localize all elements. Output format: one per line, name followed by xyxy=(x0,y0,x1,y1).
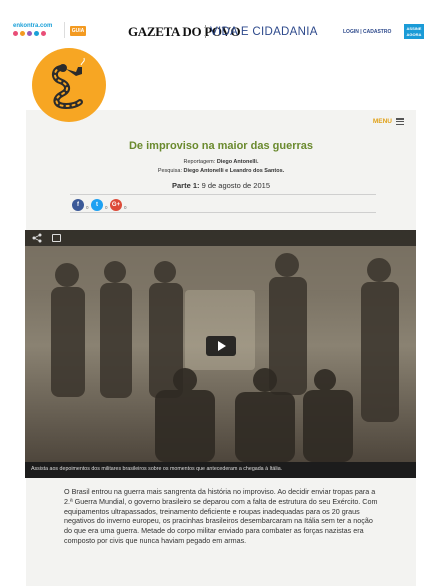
research-credit: Pesquisa: Diego Antonelli e Leandro dos … xyxy=(26,168,416,174)
video-caption: Assista aos depoimentos dos militares br… xyxy=(31,466,283,472)
enkontra-link[interactable]: enkontra.com xyxy=(13,23,52,29)
play-icon[interactable] xyxy=(206,336,236,356)
gplus-share-button[interactable]: G+ xyxy=(110,199,122,211)
brand-divider xyxy=(205,25,206,38)
enkontra-icons xyxy=(13,31,59,37)
reporter-credit: Reportagem: Diego Antonelli. xyxy=(26,159,416,165)
facebook-share-button[interactable]: f xyxy=(72,199,84,211)
hamburger-icon xyxy=(396,118,404,125)
research-names: Diego Antonelli e Leandro dos Santos. xyxy=(183,168,285,174)
twitter-share-button[interactable]: t xyxy=(91,199,103,211)
article-title: De improviso na maior das guerras xyxy=(128,140,313,152)
reporter-name: Diego Antonelli. xyxy=(216,159,259,165)
video-player[interactable] xyxy=(25,230,416,462)
part-label: Parte 1: xyxy=(171,181,200,190)
part-date: 9 de agosto de 2015 xyxy=(201,181,270,190)
login-link[interactable]: LOGIN | CADASTRO xyxy=(343,29,391,35)
subscribe-label-2: AGORA xyxy=(406,32,422,37)
snake-pipe-logo-icon[interactable] xyxy=(32,48,106,122)
share-divider-bottom xyxy=(70,212,376,213)
video-toolbar xyxy=(25,230,416,246)
facebook-share-count: 0 xyxy=(86,205,89,210)
reporter-label: Reportagem: xyxy=(183,159,216,165)
article-panel: MENU De improviso na maior das guerras R… xyxy=(25,110,416,586)
fullscreen-icon[interactable] xyxy=(52,234,61,242)
gplus-share-count: 0 xyxy=(124,205,127,210)
research-label: Pesquisa: xyxy=(157,168,182,174)
header-divider xyxy=(64,22,65,38)
subscribe-button[interactable]: ASSINE AGORA xyxy=(404,24,424,39)
part-line: Parte 1: 9 de agosto de 2015 xyxy=(26,181,416,190)
article-body: O Brasil entrou na guerra mais sangrenta… xyxy=(64,487,378,545)
twitter-share-count: 0 xyxy=(105,205,108,210)
menu-button[interactable]: MENU xyxy=(373,118,404,125)
share-icon[interactable] xyxy=(32,233,42,243)
menu-label: MENU xyxy=(372,118,392,125)
video-caption-bar: Assista aos depoimentos dos militares br… xyxy=(25,462,416,478)
section-title[interactable]: VIDA E CIDADANIA xyxy=(210,26,318,38)
share-divider-top xyxy=(70,194,376,195)
guia-link[interactable]: GUIA xyxy=(70,26,86,36)
